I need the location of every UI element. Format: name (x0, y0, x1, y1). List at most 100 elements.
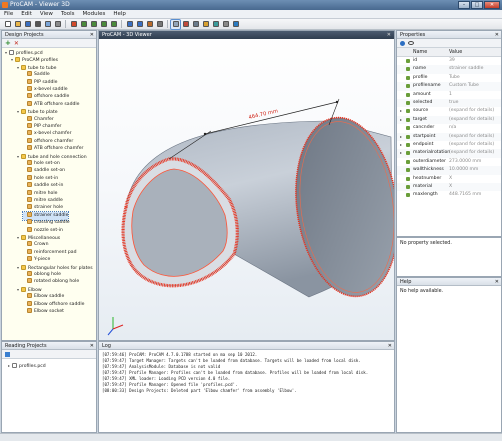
wireframe-button[interactable] (181, 20, 190, 29)
hidden-lines-button[interactable] (191, 20, 200, 29)
property-value[interactable]: X (449, 183, 452, 191)
property-row[interactable]: ▸ source (expand for details) (397, 107, 501, 116)
open-icon[interactable] (5, 351, 10, 357)
menu-tools[interactable]: Tools (61, 10, 75, 18)
zoom-in-button[interactable] (135, 20, 144, 29)
remove-project-button[interactable]: ✕ (14, 40, 19, 47)
property-row[interactable]: heatnumber X (397, 174, 501, 183)
view-top-button[interactable] (89, 20, 98, 29)
measure-button[interactable] (201, 20, 210, 29)
column-value[interactable]: Value (449, 48, 462, 57)
property-row[interactable]: ▸ startpoint (expand for details) (397, 132, 501, 141)
property-row[interactable]: profilename Custom Tube (397, 82, 501, 91)
property-row[interactable]: material X (397, 183, 501, 192)
zoom-fit-button[interactable] (125, 20, 134, 29)
viewer-3d-panel[interactable]: ProCAM - 3D Viewer ✕ 464.70 mm (98, 30, 395, 341)
column-name[interactable]: Name (413, 48, 427, 57)
properties-columns: Name Value (397, 48, 501, 57)
property-value[interactable]: 1 (449, 91, 452, 99)
section-button[interactable] (211, 20, 220, 29)
property-value[interactable]: strainer saddle (449, 65, 483, 73)
property-row[interactable]: cancnder n/a (397, 124, 501, 133)
property-row[interactable]: ▸ materialrotation (expand for details) (397, 149, 501, 158)
tree-item-label: crossing saddle (34, 220, 70, 226)
expand-icon[interactable]: ▸ (400, 107, 402, 115)
file-icon (9, 50, 14, 55)
expand-icon[interactable]: ▸ (400, 149, 402, 157)
minimize-button[interactable]: – (458, 1, 470, 9)
property-row[interactable]: id 39 (397, 57, 501, 66)
property-value[interactable]: Tube (449, 74, 460, 82)
close-icon[interactable]: ✕ (387, 31, 391, 39)
property-value[interactable]: Custom Tube (449, 82, 479, 90)
property-value[interactable]: n/a (449, 124, 456, 132)
reading-projects-title: Reading Projects (5, 343, 47, 349)
shaded-button[interactable] (170, 18, 181, 30)
expand-icon[interactable]: ▸ (400, 133, 402, 141)
property-value[interactable]: (expand for details) (449, 107, 494, 115)
log-line: [08:00:33] Design Projects: Deleted part… (102, 388, 297, 393)
tree-part-item[interactable]: Elbow socket (23, 308, 64, 316)
property-row[interactable]: selected true (397, 99, 501, 108)
menu-help[interactable]: Help (113, 10, 126, 18)
property-row[interactable]: outerdiameter 273.0000 mm (397, 157, 501, 167)
menu-modules[interactable]: Modules (83, 10, 106, 18)
viewport-canvas[interactable]: 464.70 mm (99, 39, 395, 341)
new-button[interactable] (3, 20, 12, 29)
property-value[interactable]: (expand for details) (449, 116, 494, 124)
grid-button[interactable] (221, 20, 230, 29)
maximize-button[interactable]: □ (471, 1, 483, 9)
measure-icon (202, 21, 209, 27)
add-project-button[interactable]: + (5, 39, 11, 47)
close-icon[interactable]: ✕ (90, 342, 94, 350)
property-row[interactable]: maxlength 448.7165 mm (397, 191, 501, 200)
property-value[interactable]: true (449, 99, 458, 107)
property-row[interactable]: profile Tube (397, 73, 501, 83)
property-row[interactable]: wallthickness 10.0000 mm (397, 166, 501, 175)
eye-icon[interactable] (408, 41, 414, 45)
view-side-button[interactable] (99, 20, 108, 29)
menu-bar: File Edit View Tools Modules Help (0, 10, 502, 19)
property-value[interactable]: (expand for details) (449, 149, 494, 157)
property-value[interactable]: 273.0000 mm (449, 158, 481, 166)
rotate-button[interactable] (145, 20, 154, 29)
export-button[interactable] (231, 20, 240, 29)
log-output[interactable]: [07:59:46] ProCAM: ProCAM 4.7.0.1788 sta… (99, 350, 394, 396)
menu-edit[interactable]: Edit (21, 10, 32, 18)
close-icon[interactable]: ✕ (495, 278, 499, 286)
settings-button[interactable] (53, 20, 62, 29)
property-row[interactable]: ▸ target (expand for details) (397, 115, 501, 125)
menu-view[interactable]: View (40, 10, 53, 18)
save-button[interactable] (23, 20, 32, 29)
info-icon[interactable] (400, 40, 405, 46)
property-row[interactable]: ▸ endpoint (expand for details) (397, 141, 501, 150)
property-value[interactable]: (expand for details) (449, 141, 494, 149)
property-row[interactable]: amount 1 (397, 90, 501, 99)
reading-project-item[interactable]: ▸ profiles.pcd (8, 362, 46, 370)
copy-button[interactable] (43, 20, 52, 29)
close-button[interactable]: ✕ (484, 1, 500, 9)
print-button[interactable] (33, 20, 42, 29)
property-value[interactable]: X (449, 175, 452, 183)
view-iso-button[interactable] (109, 20, 118, 29)
expand-icon[interactable]: ▸ (400, 141, 402, 149)
property-value[interactable]: 448.7165 mm (449, 191, 481, 199)
view-front-button[interactable] (79, 20, 88, 29)
close-icon[interactable]: ✕ (90, 31, 94, 39)
property-value[interactable]: (expand for details) (449, 133, 494, 141)
property-value[interactable]: 10.0000 mm (449, 166, 478, 174)
open-button[interactable] (13, 20, 22, 29)
property-row[interactable]: name strainer saddle (397, 65, 501, 74)
tree-item-label: Y-piece (34, 257, 51, 263)
close-icon[interactable]: ✕ (388, 342, 392, 350)
properties-panel: Properties ✕ Name Value id 39 name strainer… (396, 30, 502, 237)
window-title: ProCAM - Viewer 3D (10, 1, 70, 8)
part-icon (27, 115, 32, 121)
part-icon (27, 78, 32, 84)
menu-file[interactable]: File (4, 10, 13, 18)
property-value[interactable]: 39 (449, 57, 455, 65)
expand-icon[interactable]: ▸ (400, 116, 402, 124)
model-button[interactable] (69, 20, 78, 29)
pan-button[interactable] (155, 20, 164, 29)
close-icon[interactable]: ✕ (495, 31, 499, 39)
